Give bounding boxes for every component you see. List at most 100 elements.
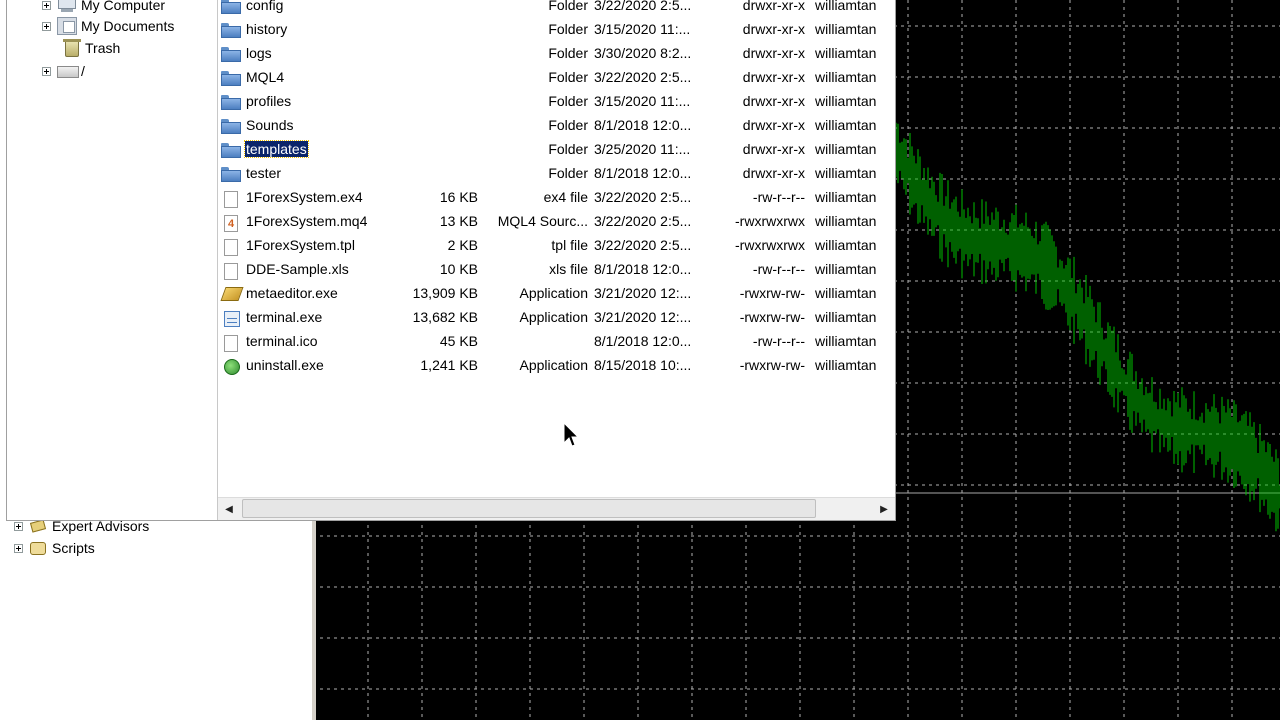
file-date: 8/1/2018 12:0...	[594, 165, 692, 181]
file-type: Application	[519, 285, 589, 301]
file-name: config	[246, 0, 284, 13]
metaeditor-icon	[220, 284, 244, 302]
file-row[interactable]: terminal.exe 13,682 KB Application 3/21/202…	[218, 306, 898, 330]
expand-icon[interactable]	[14, 521, 23, 531]
file-row[interactable]: terminal.ico 45 KB 8/1/2018 12:0... -rw-r--…	[218, 330, 898, 354]
tree-item-my-documents[interactable]: My Documents	[42, 15, 174, 37]
tree-item-root[interactable]: /	[42, 60, 85, 82]
file-type: tpl file	[551, 237, 588, 253]
navigator-item-scripts[interactable]: Scripts	[14, 537, 95, 559]
file-row[interactable]: logs Folder 3/30/2020 8:2... drwxr-xr-x will…	[218, 42, 898, 66]
file-row[interactable]: MQL4 Folder 3/22/2020 2:5... drwxr-xr-x will…	[218, 66, 898, 90]
file-permissions: drwxr-xr-x	[742, 21, 805, 37]
file-name: 1ForexSystem.mq4	[246, 213, 368, 229]
file-date: 3/21/2020 12:...	[594, 285, 692, 301]
tree-item-label: /	[81, 63, 85, 79]
file-row[interactable]: config Folder 3/22/2020 2:5... drwxr-xr-x wi…	[218, 0, 898, 18]
file-row[interactable]: templates Folder 3/25/2020 11:... drwxr-xr-…	[218, 138, 898, 162]
file-row[interactable]: uninstall.exe 1,241 KB Application 8/15/201…	[218, 354, 898, 378]
file-date: 3/25/2020 11:...	[594, 141, 691, 157]
file-type: xls file	[549, 261, 588, 277]
file-row[interactable]: DDE-Sample.xls 10 KB xls file 8/1/2018 12:0…	[218, 258, 898, 282]
folder-icon	[221, 20, 241, 38]
folder-icon	[221, 140, 241, 158]
file-owner: williamtan	[815, 357, 877, 373]
file-date: 3/21/2020 12:...	[594, 309, 692, 325]
doc-icon	[221, 332, 241, 352]
expand-icon[interactable]	[42, 66, 51, 76]
file-row[interactable]: Sounds Folder 8/1/2018 12:0... drwxr-xr-x wi…	[218, 114, 898, 138]
expand-icon[interactable]	[42, 0, 51, 10]
file-size: 13,909 KB	[412, 285, 478, 301]
scroll-thumb[interactable]	[242, 499, 816, 518]
file-name: tester	[246, 165, 282, 181]
file-owner: williamtan	[815, 69, 877, 85]
file-type: Folder	[548, 0, 588, 13]
file-date: 3/15/2020 11:...	[594, 21, 691, 37]
file-type: Folder	[548, 45, 588, 61]
horizontal-scrollbar[interactable]: ◀ ▶	[218, 497, 895, 520]
file-owner: williamtan	[815, 189, 877, 205]
file-owner: williamtan	[815, 333, 877, 349]
file-size: 16 KB	[439, 189, 478, 205]
file-date: 8/1/2018 12:0...	[594, 117, 692, 133]
file-name: terminal.exe	[246, 309, 323, 325]
file-permissions: -rwxrwxrwx	[735, 213, 805, 229]
file-type: ex4 file	[543, 189, 588, 205]
file-size: 10 KB	[439, 261, 478, 277]
file-type: Folder	[548, 117, 588, 133]
file-owner: williamtan	[815, 21, 877, 37]
file-owner: williamtan	[815, 261, 877, 277]
file-type: Folder	[548, 69, 588, 85]
scroll-right-button[interactable]: ▶	[875, 500, 893, 518]
folder-icon	[221, 44, 241, 62]
file-name: logs	[246, 45, 272, 61]
file-row[interactable]: tester Folder 8/1/2018 12:0... drwxr-xr-x wi…	[218, 162, 898, 186]
doc-icon	[221, 188, 241, 208]
file-row[interactable]: history Folder 3/15/2020 11:... drwxr-xr-x w…	[218, 18, 898, 42]
file-permissions: -rw-r--r--	[752, 333, 805, 349]
file-type: Folder	[548, 93, 588, 109]
terminal-icon	[221, 308, 241, 327]
documents-icon	[57, 17, 77, 35]
file-name: Sounds	[246, 117, 294, 133]
file-date: 8/1/2018 12:0...	[594, 333, 692, 349]
doc-icon	[221, 260, 241, 280]
file-name: terminal.ico	[246, 333, 318, 349]
arrow-right-icon: ▶	[880, 503, 888, 515]
file-owner: williamtan	[815, 117, 877, 133]
file-type: MQL4 Sourc...	[497, 213, 588, 229]
file-row[interactable]: profiles Folder 3/15/2020 11:... drwxr-xr-x…	[218, 90, 898, 114]
file-date: 3/22/2020 2:5...	[594, 69, 692, 85]
drive-icon	[57, 64, 79, 78]
expand-icon[interactable]	[42, 21, 51, 31]
tree-item-label: Trash	[85, 40, 121, 56]
file-date: 3/22/2020 2:5...	[594, 237, 692, 253]
uninstall-icon	[221, 356, 241, 375]
file-date: 3/15/2020 11:...	[594, 93, 691, 109]
folder-icon	[221, 164, 241, 182]
file-row[interactable]: 1ForexSystem.tpl 2 KB tpl file 3/22/2020 2:…	[218, 234, 898, 258]
file-name: profiles	[246, 93, 292, 109]
file-date: 3/22/2020 2:5...	[594, 213, 692, 229]
file-type: Folder	[548, 165, 588, 181]
tree-item-trash[interactable]: Trash	[63, 37, 120, 59]
folder-icon	[221, 92, 241, 110]
file-size: 2 KB	[447, 237, 478, 253]
scroll-left-button[interactable]: ◀	[220, 500, 238, 518]
file-owner: williamtan	[815, 0, 877, 13]
file-type: Folder	[548, 141, 588, 157]
file-permissions: drwxr-xr-x	[742, 69, 805, 85]
tree-item-my-computer[interactable]: My Computer	[42, 0, 165, 16]
file-permissions: drwxr-xr-x	[742, 45, 805, 61]
file-owner: williamtan	[815, 141, 877, 157]
file-permissions: drwxr-xr-x	[742, 117, 805, 133]
expand-icon[interactable]	[14, 543, 23, 553]
file-row[interactable]: metaeditor.exe 13,909 KB Application 3/21/2…	[218, 282, 898, 306]
file-list: config Folder 3/22/2020 2:5... drwxr-xr-x wi…	[218, 0, 895, 496]
file-size: 45 KB	[439, 333, 478, 349]
mq4-icon: 4	[221, 212, 241, 232]
file-type: Application	[519, 357, 589, 373]
file-row[interactable]: 1ForexSystem.ex4 16 KB ex4 file 3/22/2020 2…	[218, 186, 898, 210]
file-row[interactable]: 4 1ForexSystem.mq4 13 KB MQL4 Sourc... 3/22/…	[218, 210, 898, 234]
